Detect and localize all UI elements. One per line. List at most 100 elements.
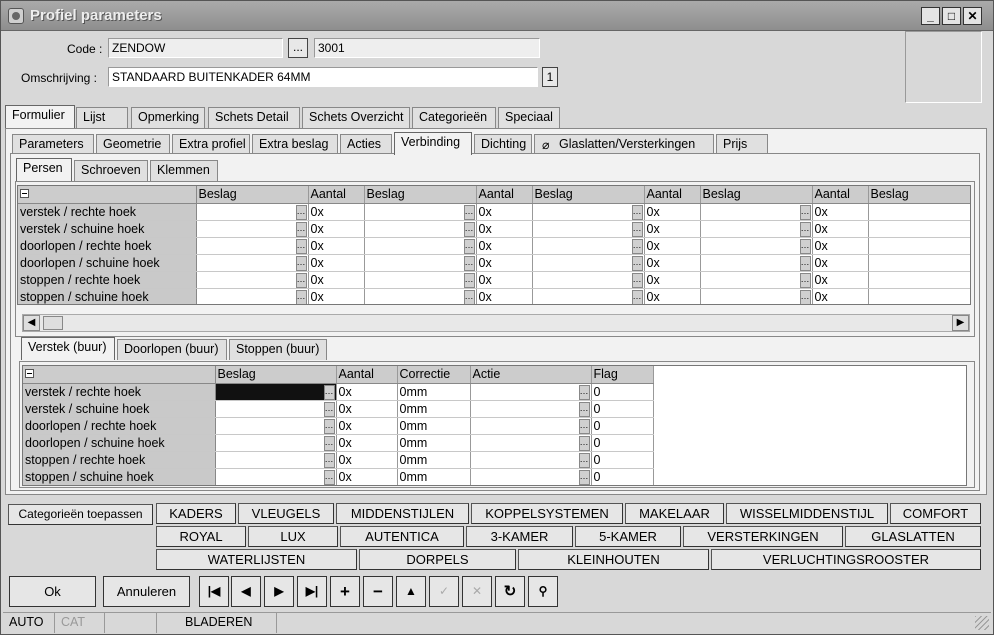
language-indicator[interactable]: 1 — [542, 67, 558, 87]
beslag-cell[interactable] — [215, 400, 337, 418]
tab-klemmen[interactable]: Klemmen — [150, 160, 218, 181]
aantal-cell[interactable]: 0x — [336, 451, 398, 469]
tab-verbinding[interactable]: Verbinding — [394, 132, 472, 155]
aantal-cell[interactable]: 0x — [336, 417, 398, 435]
scroll-right-arrow-icon[interactable]: ▶ — [952, 315, 969, 331]
code-field[interactable]: ZENDOW — [108, 38, 283, 58]
beslag-cell[interactable] — [196, 254, 309, 272]
next-record-button[interactable]: ▶ — [264, 576, 294, 607]
aantal-cell[interactable]: 0x — [644, 288, 701, 304]
scroll-thumb[interactable] — [43, 316, 63, 330]
aantal-cell[interactable]: 0x — [812, 237, 869, 255]
beslag-cell[interactable] — [364, 288, 477, 304]
category-5-kamer-button[interactable]: 5-KAMER — [575, 526, 681, 547]
beslag-cell[interactable] — [700, 254, 813, 272]
tab-dichting[interactable]: Dichting — [474, 134, 532, 155]
aantal-cell[interactable]: 0x — [476, 203, 533, 221]
beslag-cell[interactable] — [700, 271, 813, 289]
annuleren-button[interactable]: Annuleren — [103, 576, 190, 607]
beslag-cell-selected[interactable] — [215, 383, 337, 401]
aantal-cell[interactable]: 0x — [308, 203, 365, 221]
tab-speciaal[interactable]: Speciaal — [498, 107, 560, 128]
aantal-cell[interactable]: 0x — [644, 254, 701, 272]
beslag-cell[interactable] — [364, 271, 477, 289]
aantal-cell[interactable]: 0x — [336, 383, 398, 401]
beslag-cell[interactable] — [215, 417, 337, 435]
aantal-cell[interactable]: 0x — [476, 271, 533, 289]
beslag-cell[interactable] — [532, 237, 645, 255]
aantal-cell[interactable]: 0x — [812, 288, 869, 304]
correctie-cell[interactable]: 0mm — [397, 417, 471, 435]
category-glaslatten-button[interactable]: GLASLATTEN — [845, 526, 981, 547]
aantal-cell[interactable]: 0x — [308, 271, 365, 289]
tab-formulier[interactable]: Formulier — [5, 105, 75, 128]
category-makelaar-button[interactable]: MAKELAAR — [625, 503, 724, 524]
beslag-cell[interactable] — [532, 288, 645, 304]
first-record-button[interactable]: |◀ — [199, 576, 229, 607]
category-dorpels-button[interactable]: DORPELS — [359, 549, 516, 570]
tab-extra-profiel[interactable]: Extra profiel — [172, 134, 250, 155]
minimize-button[interactable]: _ — [921, 7, 940, 25]
beslag-cell[interactable] — [868, 254, 970, 272]
correctie-cell[interactable]: 0mm — [397, 434, 471, 452]
aantal-cell[interactable]: 0x — [308, 237, 365, 255]
aantal-cell[interactable]: 0x — [812, 220, 869, 238]
beslag-cell[interactable] — [532, 271, 645, 289]
category-middenstijlen-button[interactable]: MIDDENSTIJLEN — [336, 503, 469, 524]
beslag-cell[interactable] — [215, 434, 337, 452]
category-wisselmiddenstijl-button[interactable]: WISSELMIDDENSTIJL — [726, 503, 888, 524]
tab-extra-beslag[interactable]: Extra beslag — [252, 134, 338, 155]
aantal-cell[interactable]: 0x — [308, 220, 365, 238]
beslag-cell[interactable] — [532, 203, 645, 221]
aantal-cell[interactable]: 0x — [476, 254, 533, 272]
correctie-cell[interactable]: 0mm — [397, 468, 471, 485]
omschrijving-field[interactable]: STANDAARD BUITENKADER 64MM — [108, 67, 538, 87]
beslag-cell[interactable] — [196, 220, 309, 238]
flag-cell[interactable]: 0 — [591, 400, 654, 418]
collapse-cell[interactable] — [23, 366, 216, 384]
beslag-cell[interactable] — [700, 203, 813, 221]
aantal-cell[interactable]: 0x — [336, 468, 398, 485]
beslag-cell[interactable] — [364, 254, 477, 272]
tab-stoppen-buur[interactable]: Stoppen (buur) — [229, 339, 327, 360]
tab-acties[interactable]: Acties — [340, 134, 392, 155]
tab-lijst[interactable]: Lijst — [76, 107, 128, 128]
tab-parameters[interactable]: Parameters — [12, 134, 94, 155]
actie-cell[interactable] — [470, 451, 592, 469]
aantal-cell[interactable]: 0x — [476, 288, 533, 304]
category-kleinhouten-button[interactable]: KLEINHOUTEN — [518, 549, 709, 570]
beslag-cell[interactable] — [868, 271, 970, 289]
category-lux-button[interactable]: LUX — [248, 526, 338, 547]
aantal-cell[interactable]: 0x — [812, 271, 869, 289]
category-koppelsystemen-button[interactable]: KOPPELSYSTEMEN — [471, 503, 623, 524]
actie-cell[interactable] — [470, 434, 592, 452]
actie-cell[interactable] — [470, 383, 592, 401]
beslag-cell[interactable] — [532, 254, 645, 272]
tab-doorlopen-buur[interactable]: Doorlopen (buur) — [117, 339, 227, 360]
tab-verstek-buur[interactable]: Verstek (buur) — [21, 337, 115, 360]
category-comfort-button[interactable]: COMFORT — [890, 503, 981, 524]
correctie-cell[interactable]: 0mm — [397, 451, 471, 469]
flag-cell[interactable]: 0 — [591, 383, 654, 401]
categorieen-toepassen-button[interactable]: Categorieën toepassen — [8, 504, 153, 525]
aantal-cell[interactable]: 0x — [476, 220, 533, 238]
beslag-cell[interactable] — [196, 237, 309, 255]
aantal-cell[interactable]: 0x — [644, 237, 701, 255]
category-autentica-button[interactable]: AUTENTICA — [340, 526, 464, 547]
refresh-button[interactable]: ↻ — [495, 576, 525, 607]
category-verluchtingsrooster-button[interactable]: VERLUCHTINGSROOSTER — [711, 549, 981, 570]
aantal-cell[interactable]: 0x — [308, 288, 365, 304]
aantal-cell[interactable]: 0x — [812, 203, 869, 221]
category-3-kamer-button[interactable]: 3-KAMER — [466, 526, 573, 547]
beslag-cell[interactable] — [196, 288, 309, 304]
beslag-cell[interactable] — [700, 288, 813, 304]
tab-categorieen[interactable]: Categorieën — [412, 107, 496, 128]
aantal-cell[interactable]: 0x — [644, 203, 701, 221]
post-record-button[interactable]: ✓ — [429, 576, 459, 607]
tab-geometrie[interactable]: Geometrie — [96, 134, 170, 155]
tab-schets-overzicht[interactable]: Schets Overzicht — [302, 107, 410, 128]
tab-schets-detail[interactable]: Schets Detail — [208, 107, 300, 128]
aantal-cell[interactable]: 0x — [644, 220, 701, 238]
beslag-cell[interactable] — [215, 451, 337, 469]
actie-cell[interactable] — [470, 400, 592, 418]
